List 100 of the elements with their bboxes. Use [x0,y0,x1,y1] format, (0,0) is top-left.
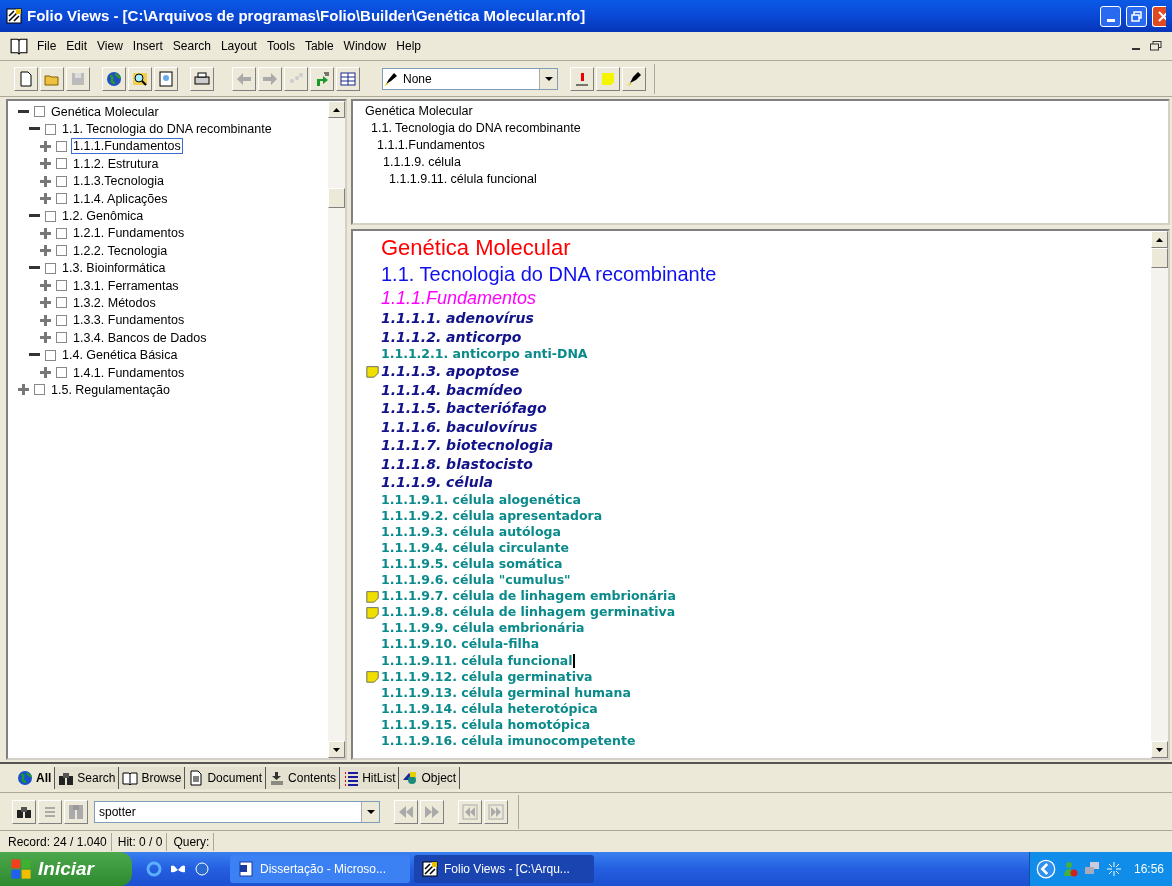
highlight-button[interactable] [622,66,646,91]
tree-item[interactable]: 1.1.3.Tecnologia [72,174,166,189]
collapse-icon[interactable] [29,353,40,358]
next-document-button[interactable] [484,799,508,824]
restore-button[interactable] [1126,5,1147,27]
forward-button[interactable] [258,66,282,91]
search-button[interactable] [128,66,152,91]
list-button[interactable] [38,799,62,824]
back-button[interactable] [232,66,256,91]
checkbox[interactable] [45,262,56,274]
checkbox[interactable] [56,175,67,187]
tree-item[interactable]: 1.1.4. Aplicações [72,191,169,206]
checkbox[interactable] [56,227,67,239]
scrollbar[interactable] [1151,231,1168,758]
checkbox[interactable] [34,384,45,396]
tree-item[interactable]: 1.2.2. Tecnologia [72,243,169,258]
tree-item[interactable]: 1.3. Bioinformática [61,261,167,276]
table-button[interactable] [336,66,360,91]
expand-icon[interactable] [40,280,51,292]
menu-item[interactable]: Tools [261,36,300,56]
expand-icon[interactable] [18,384,29,396]
globe-button[interactable] [102,66,126,91]
close-button[interactable] [1152,5,1166,27]
expand-icon[interactable] [40,227,51,239]
expand-icon[interactable] [40,158,51,170]
expand-icon[interactable] [40,297,51,309]
checkbox[interactable] [56,280,67,292]
menu-item[interactable]: Table [299,36,339,56]
scrollbar[interactable] [328,101,345,758]
menu-item[interactable]: View [92,36,128,56]
browse-button[interactable] [154,66,178,91]
checkbox[interactable] [34,106,45,118]
highlighter-dropdown[interactable]: None [382,67,558,90]
tree-item[interactable]: 1.5. Regulamentação [50,382,171,397]
start-button[interactable]: Iniciar [0,852,132,886]
scroll-down-icon[interactable] [333,747,340,752]
view-tab[interactable]: Object [399,767,461,789]
menu-item[interactable]: File [32,36,62,56]
checkbox[interactable] [56,245,67,257]
checkbox[interactable] [56,140,67,152]
collapse-icon[interactable] [29,266,40,271]
expand-icon[interactable] [40,245,51,257]
view-tab[interactable]: Search [55,767,120,789]
view-tab[interactable]: Browse [119,767,186,789]
checkbox[interactable] [56,314,67,326]
checkbox[interactable] [56,332,67,344]
view-tab[interactable]: Document [185,767,267,789]
taskbar-button[interactable]: Dissertação - Microso... [230,855,410,883]
search-button[interactable] [12,799,36,824]
note-button[interactable] [596,66,620,91]
scroll-thumb[interactable] [328,188,345,208]
previous-hit-button[interactable] [394,799,418,824]
expand-icon[interactable] [40,314,51,326]
jump-button[interactable] [310,66,334,91]
checkbox[interactable] [45,349,56,361]
next-hit-button[interactable] [420,799,444,824]
new-button[interactable] [14,66,38,91]
menu-item[interactable]: Insert [127,36,168,56]
checkbox[interactable] [45,210,56,222]
tree-item[interactable]: 1.3.1. Ferramentas [72,278,180,293]
checkbox[interactable] [56,297,67,309]
collapse-icon[interactable] [29,127,40,132]
tree-item[interactable]: 1.4.1. Fundamentos [72,365,186,380]
tree-item[interactable]: 1.3.3. Fundamentos [72,313,186,328]
bookmark-button[interactable] [570,66,594,91]
scroll-down-icon[interactable] [1156,747,1163,752]
taskbar-button[interactable]: Folio Views - [C:\Arqu... [414,855,594,883]
expand-icon[interactable] [40,193,51,205]
menu-item[interactable]: Layout [215,36,262,56]
menu-item[interactable]: Window [338,36,392,56]
view-tab[interactable]: Contents [266,767,341,789]
binoculars-button[interactable] [64,799,88,824]
expand-icon[interactable] [40,140,51,152]
scroll-up-icon[interactable] [1156,237,1163,242]
menu-item[interactable]: Edit [61,36,93,56]
open-button[interactable] [40,66,64,91]
expand-icon[interactable] [40,332,51,344]
expand-icon[interactable] [40,367,51,379]
print-button[interactable] [190,66,214,91]
links-button[interactable] [284,66,308,91]
tree-item[interactable]: 1.2. Genômica [61,209,145,224]
view-tab[interactable]: HitList [340,767,400,789]
query-field[interactable]: spotter [94,800,380,823]
collapse-icon[interactable] [29,214,40,219]
collapse-icon[interactable] [18,109,29,114]
menu-item[interactable]: Help [391,36,426,56]
save-button[interactable] [66,66,90,91]
menu-item[interactable]: Search [167,36,216,56]
tree-item[interactable]: Genética Molecular [50,104,160,119]
checkbox[interactable] [45,123,56,135]
minimize-button[interactable] [1100,5,1121,27]
tree-item[interactable]: 1.3.4. Bancos de Dados [72,330,208,345]
tree-item[interactable]: 1.3.2. Métodos [72,296,157,310]
tree-item[interactable]: 1.1.1.Fundamentos [72,139,182,154]
tree-item[interactable]: 1.1.2. Estrutura [72,156,160,171]
tree-item[interactable]: 1.2.1. Fundamentos [72,226,186,241]
scroll-thumb[interactable] [1151,248,1168,268]
mdi-restore-icon[interactable] [1150,41,1162,51]
checkbox[interactable] [56,367,67,379]
checkbox[interactable] [56,193,67,205]
